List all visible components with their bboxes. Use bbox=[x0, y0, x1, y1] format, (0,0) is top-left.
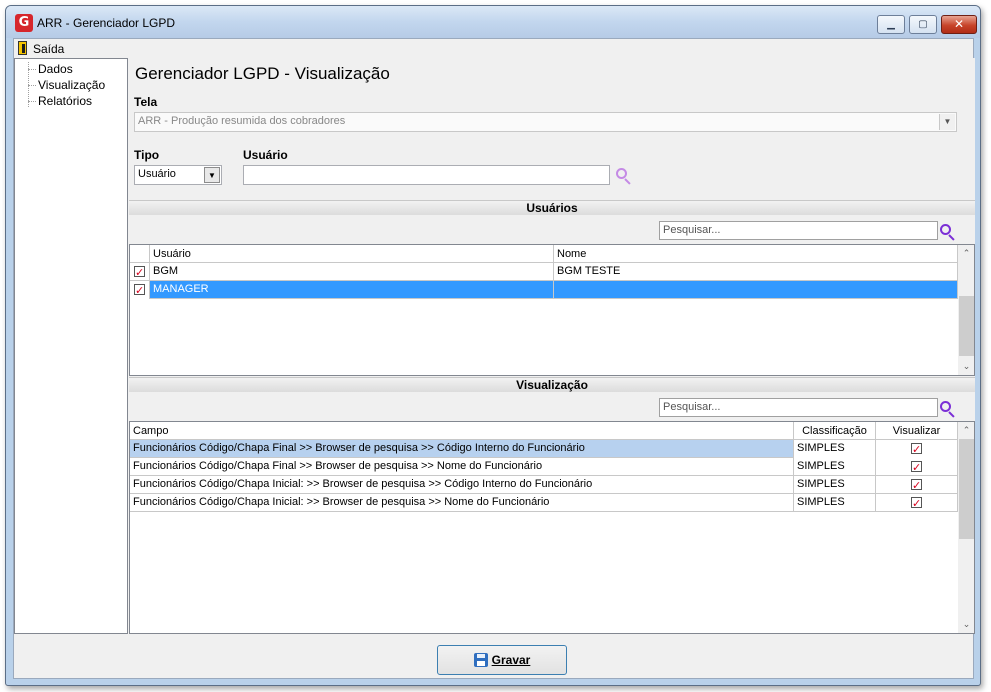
cell-classificacao: SIMPLES bbox=[794, 458, 876, 476]
scroll-up-icon[interactable]: ⌃ bbox=[958, 245, 974, 262]
column-header-usuario[interactable]: Usuário bbox=[150, 245, 554, 263]
cell-campo: Funcionários Código/Chapa Final >> Brows… bbox=[130, 458, 794, 476]
table-row[interactable]: Funcionários Código/Chapa Final >> Brows… bbox=[130, 458, 958, 476]
view-section-header: Visualização bbox=[129, 377, 975, 392]
users-search-input[interactable]: Pesquisar... bbox=[659, 221, 938, 240]
maximize-button[interactable]: ▢ bbox=[909, 15, 937, 34]
title-bar[interactable]: G ARR - Gerenciador LGPD ▁ ▢ ✕ bbox=[6, 6, 980, 38]
usuario-label: Usuário bbox=[243, 148, 288, 162]
row-check-cell[interactable] bbox=[130, 281, 150, 299]
tela-select[interactable]: ARR - Produção resumida dos cobradores ▼ bbox=[134, 112, 957, 132]
scroll-thumb[interactable] bbox=[959, 296, 974, 356]
checkbox[interactable] bbox=[911, 441, 922, 458]
users-section-header: Usuários bbox=[129, 200, 975, 215]
tipo-label: Tipo bbox=[134, 148, 160, 162]
cell-usuario: BGM bbox=[150, 263, 554, 281]
scroll-down-icon[interactable]: ⌄ bbox=[958, 358, 974, 375]
checkbox[interactable] bbox=[911, 459, 922, 476]
exit-door-icon bbox=[18, 41, 27, 55]
table-row[interactable]: BGM BGM TESTE bbox=[130, 263, 958, 281]
view-search-input[interactable]: Pesquisar... bbox=[659, 398, 938, 417]
usuario-input[interactable] bbox=[243, 165, 610, 185]
cell-campo: Funcionários Código/Chapa Final >> Brows… bbox=[130, 440, 794, 458]
view-grid: Campo Classificação Visualizar Funcionár… bbox=[129, 421, 975, 634]
navigation-tree: Dados Visualização Relatórios bbox=[14, 58, 128, 634]
users-grid: Usuário Nome BGM BGM TESTE MANAGER bbox=[129, 244, 975, 376]
app-logo-icon: G bbox=[15, 14, 33, 32]
cell-classificacao: SIMPLES bbox=[794, 476, 876, 494]
floppy-disk-icon bbox=[473, 653, 488, 667]
tree-item-visualizacao[interactable]: Visualização bbox=[27, 78, 105, 92]
main-panel: Gerenciador LGPD - Visualização Tela ARR… bbox=[129, 58, 975, 634]
cell-classificacao: SIMPLES bbox=[794, 440, 876, 458]
cell-visualizar[interactable] bbox=[876, 440, 958, 458]
close-button[interactable]: ✕ bbox=[941, 15, 977, 34]
row-check-cell[interactable] bbox=[130, 263, 150, 281]
column-header-classificacao[interactable]: Classificação bbox=[794, 422, 876, 440]
tipo-value: Usuário bbox=[138, 168, 176, 180]
scroll-down-icon[interactable]: ⌄ bbox=[958, 616, 974, 633]
page-title: Gerenciador LGPD - Visualização bbox=[135, 64, 390, 83]
checkbox[interactable] bbox=[134, 264, 145, 281]
column-header-visualizar[interactable]: Visualizar bbox=[876, 422, 958, 440]
chevron-down-icon[interactable]: ▼ bbox=[204, 167, 220, 183]
checkbox[interactable] bbox=[911, 495, 922, 512]
table-row-selected[interactable]: MANAGER bbox=[130, 281, 958, 299]
tree-item-relatorios[interactable]: Relatórios bbox=[27, 94, 92, 108]
column-header-check[interactable] bbox=[130, 245, 150, 263]
tipo-select[interactable]: Usuário ▼ bbox=[134, 165, 222, 185]
cell-usuario: MANAGER bbox=[150, 281, 554, 299]
cell-nome bbox=[554, 281, 958, 299]
client-area: Saída Dados Visualização Relatórios Gere… bbox=[13, 38, 975, 679]
scroll-thumb[interactable] bbox=[959, 439, 974, 539]
tree-item-dados[interactable]: Dados bbox=[28, 62, 73, 76]
chevron-down-icon[interactable]: ▼ bbox=[939, 114, 955, 130]
app-window: G ARR - Gerenciador LGPD ▁ ▢ ✕ Saída Dad… bbox=[5, 5, 981, 686]
table-row[interactable]: Funcionários Código/Chapa Inicial: >> Br… bbox=[130, 476, 958, 494]
cell-campo: Funcionários Código/Chapa Inicial: >> Br… bbox=[130, 476, 794, 494]
cell-visualizar[interactable] bbox=[876, 476, 958, 494]
column-header-campo[interactable]: Campo bbox=[130, 422, 794, 440]
cell-campo: Funcionários Código/Chapa Inicial: >> Br… bbox=[130, 494, 794, 512]
tela-label: Tela bbox=[134, 95, 158, 109]
window-title: ARR - Gerenciador LGPD bbox=[37, 16, 176, 30]
table-row[interactable]: Funcionários Código/Chapa Inicial: >> Br… bbox=[130, 494, 958, 512]
cell-nome: BGM TESTE bbox=[554, 263, 958, 281]
view-grid-header: Campo Classificação Visualizar bbox=[130, 422, 958, 440]
save-button[interactable]: Gravar bbox=[437, 645, 567, 675]
view-scrollbar[interactable]: ⌃ ⌄ bbox=[958, 422, 974, 633]
search-icon[interactable] bbox=[616, 168, 631, 185]
scroll-up-icon[interactable]: ⌃ bbox=[958, 422, 974, 439]
users-scrollbar[interactable]: ⌃ ⌄ bbox=[958, 245, 974, 375]
cell-visualizar[interactable] bbox=[876, 458, 958, 476]
checkbox[interactable] bbox=[911, 477, 922, 494]
checkbox[interactable] bbox=[134, 282, 145, 299]
column-header-nome[interactable]: Nome bbox=[554, 245, 958, 263]
menu-exit[interactable]: Saída bbox=[33, 42, 64, 56]
cell-visualizar[interactable] bbox=[876, 494, 958, 512]
users-grid-header: Usuário Nome bbox=[130, 245, 958, 263]
search-icon[interactable] bbox=[940, 224, 955, 241]
table-row-selected[interactable]: Funcionários Código/Chapa Final >> Brows… bbox=[130, 440, 958, 458]
minimize-button[interactable]: ▁ bbox=[877, 15, 905, 34]
cell-classificacao: SIMPLES bbox=[794, 494, 876, 512]
tela-value: ARR - Produção resumida dos cobradores bbox=[138, 115, 346, 127]
save-button-label: Gravar bbox=[491, 653, 531, 667]
search-icon[interactable] bbox=[940, 401, 955, 418]
menu-bar: Saída bbox=[14, 39, 973, 58]
